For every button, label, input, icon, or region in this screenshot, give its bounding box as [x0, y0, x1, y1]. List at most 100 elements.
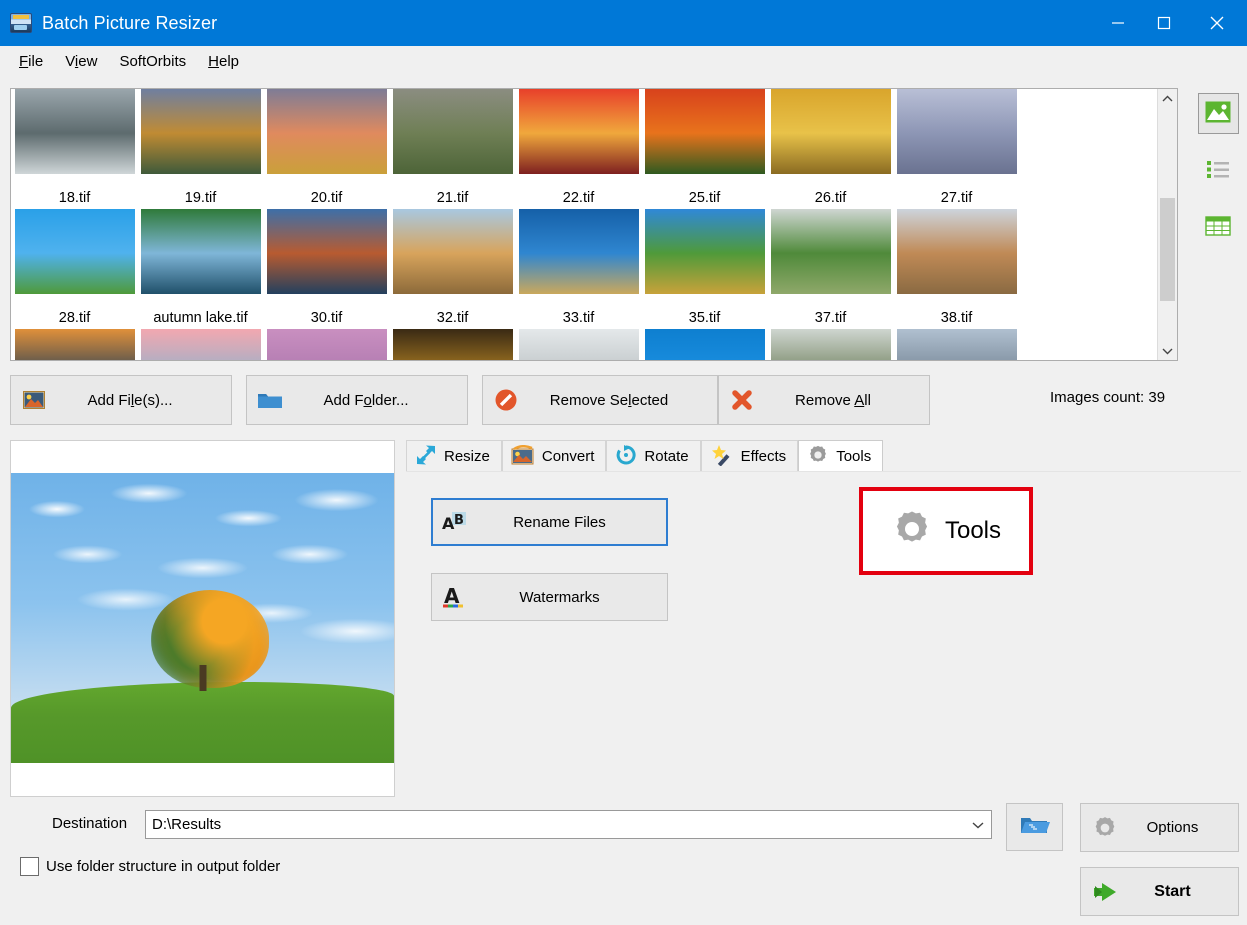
thumbnail-list[interactable]: 5.tif6.tif7.tif10.tif11.tif12.tif14.tif1… [10, 88, 1178, 361]
rename-files-button[interactable]: A B Rename Files [431, 498, 668, 546]
thumbnail-image[interactable] [266, 209, 387, 294]
scrollbar-track[interactable] [1158, 108, 1177, 341]
menu-softorbits[interactable]: SoftOrbits [108, 49, 197, 74]
remove-all-button[interactable]: Remove All [718, 375, 930, 425]
thumbnail-scroll-region[interactable]: 5.tif6.tif7.tif10.tif11.tif12.tif14.tif1… [11, 89, 1157, 360]
thumbnail-label: 30.tif [310, 310, 343, 326]
options-button[interactable]: Options [1080, 803, 1239, 852]
thumbnail-image[interactable] [392, 329, 513, 360]
file-action-buttons: Add File(s)... Add Folder... Remove Sele… [10, 375, 1240, 425]
tab-effects[interactable]: Effects [700, 440, 799, 472]
thumbnail-image[interactable] [14, 89, 135, 174]
thumbnail-item[interactable]: 21.tif [390, 189, 515, 309]
thumbnail-image[interactable] [140, 89, 261, 174]
thumbnail-item[interactable]: 27.tif [894, 189, 1019, 309]
tab-rotate[interactable]: Rotate [606, 440, 701, 472]
details-view-button[interactable] [1198, 207, 1239, 248]
thumbnail-image[interactable] [518, 89, 639, 174]
thumbnail-item[interactable]: 25.tif [642, 189, 767, 309]
thumbnail-item[interactable]: 7.tif [264, 89, 389, 189]
menu-view[interactable]: View [54, 49, 108, 74]
maximize-button[interactable] [1141, 0, 1187, 46]
add-folder-button[interactable]: Add Folder... [246, 375, 468, 425]
menu-help[interactable]: Help [197, 49, 250, 74]
thumbnail-item[interactable]: 38.tif [894, 309, 1019, 360]
thumbnail-image[interactable] [770, 209, 891, 294]
thumbnail-image[interactable] [392, 209, 513, 294]
gear-icon [1081, 815, 1129, 841]
thumbnail-image[interactable] [392, 89, 513, 174]
thumbnail-item[interactable]: 28.tif [12, 309, 137, 360]
close-button[interactable] [1187, 0, 1247, 46]
svg-text:B: B [454, 513, 464, 528]
view-mode-buttons [1196, 93, 1240, 248]
remove-selected-button[interactable]: Remove Selected [482, 375, 718, 425]
thumbnail-item[interactable]: 33.tif [516, 309, 641, 360]
thumbnail-item[interactable]: 26.tif [768, 189, 893, 309]
chevron-down-icon[interactable] [965, 811, 991, 838]
thumbnail-item[interactable]: 22.tif [516, 189, 641, 309]
thumbnail-item[interactable]: 37.tif [768, 309, 893, 360]
thumbnail-label: 21.tif [436, 190, 469, 206]
thumbnail-item[interactable]: 18.tif [12, 189, 137, 309]
operation-tabs: Resize Convert Rotate Effects Tools [406, 440, 1241, 472]
minimize-button[interactable] [1095, 0, 1141, 46]
scroll-down-button[interactable] [1158, 341, 1177, 360]
thumbnail-image[interactable] [14, 329, 135, 360]
start-button[interactable]: Start [1080, 867, 1239, 916]
thumbnail-image[interactable] [896, 89, 1017, 174]
use-folder-structure-checkbox[interactable] [20, 857, 39, 876]
thumbnail-image[interactable] [140, 209, 261, 294]
thumbnail-item[interactable]: 11.tif [516, 89, 641, 189]
thumbnail-item[interactable]: 17.tif [894, 89, 1019, 189]
thumbnail-image[interactable] [644, 89, 765, 174]
thumbnail-image[interactable] [14, 209, 135, 294]
thumbnail-label: 27.tif [940, 190, 973, 206]
folder-icon [247, 390, 293, 410]
use-folder-structure-row[interactable]: Use folder structure in output folder [20, 857, 280, 876]
thumbnail-item[interactable]: 30.tif [264, 309, 389, 360]
menu-file-rest: ile [28, 52, 44, 70]
thumbnail-image[interactable] [896, 329, 1017, 360]
thumbnail-item[interactable]: 6.tif [138, 89, 263, 189]
menu-file[interactable]: File [8, 49, 54, 74]
thumbnail-scrollbar[interactable] [1157, 89, 1177, 360]
thumbnail-image[interactable] [770, 89, 891, 174]
tab-resize[interactable]: Resize [406, 440, 502, 472]
watermarks-button[interactable]: A Watermarks [431, 573, 668, 621]
thumbnail-label: 37.tif [814, 310, 847, 326]
thumbnail-item[interactable]: 10.tif [390, 89, 515, 189]
thumbnail-image[interactable] [770, 329, 891, 360]
list-view-button[interactable] [1198, 150, 1239, 191]
browse-folder-button[interactable] [1006, 803, 1063, 851]
thumbnail-image[interactable] [266, 89, 387, 174]
thumbnail-item[interactable]: 35.tif [642, 309, 767, 360]
thumbnail-image[interactable] [896, 209, 1017, 294]
thumbnail-image[interactable] [518, 329, 639, 360]
tab-tools-label: Tools [836, 448, 872, 465]
image-preview-pane[interactable] [10, 440, 395, 797]
thumbnail-item[interactable]: 5.tif [12, 89, 137, 189]
add-files-button[interactable]: Add File(s)... [10, 375, 232, 425]
thumbnail-image[interactable] [644, 209, 765, 294]
thumbnail-view-button[interactable] [1197, 93, 1239, 134]
scroll-up-button[interactable] [1158, 89, 1177, 108]
convert-image-icon [511, 444, 535, 469]
thumbnail-image[interactable] [644, 329, 765, 360]
thumbnail-image[interactable] [140, 329, 261, 360]
destination-combobox[interactable]: D:\Results [145, 810, 992, 839]
thumbnail-item[interactable]: autumn lake.tif [138, 309, 263, 360]
thumbnail-item[interactable]: 19.tif [138, 189, 263, 309]
thumbnail-image[interactable] [266, 329, 387, 360]
tab-convert[interactable]: Convert [501, 440, 607, 472]
tab-tools[interactable]: Tools [798, 440, 884, 472]
scrollbar-thumb[interactable] [1160, 198, 1175, 301]
thumbnail-item[interactable]: 14.tif [768, 89, 893, 189]
thumbnail-item[interactable]: 32.tif [390, 309, 515, 360]
rename-ab-icon: A B [433, 511, 477, 533]
destination-value[interactable]: D:\Results [146, 816, 965, 833]
thumbnail-item[interactable]: 12.tif [642, 89, 767, 189]
thumbnail-label: 28.tif [58, 310, 91, 326]
thumbnail-image[interactable] [518, 209, 639, 294]
thumbnail-item[interactable]: 20.tif [264, 189, 389, 309]
